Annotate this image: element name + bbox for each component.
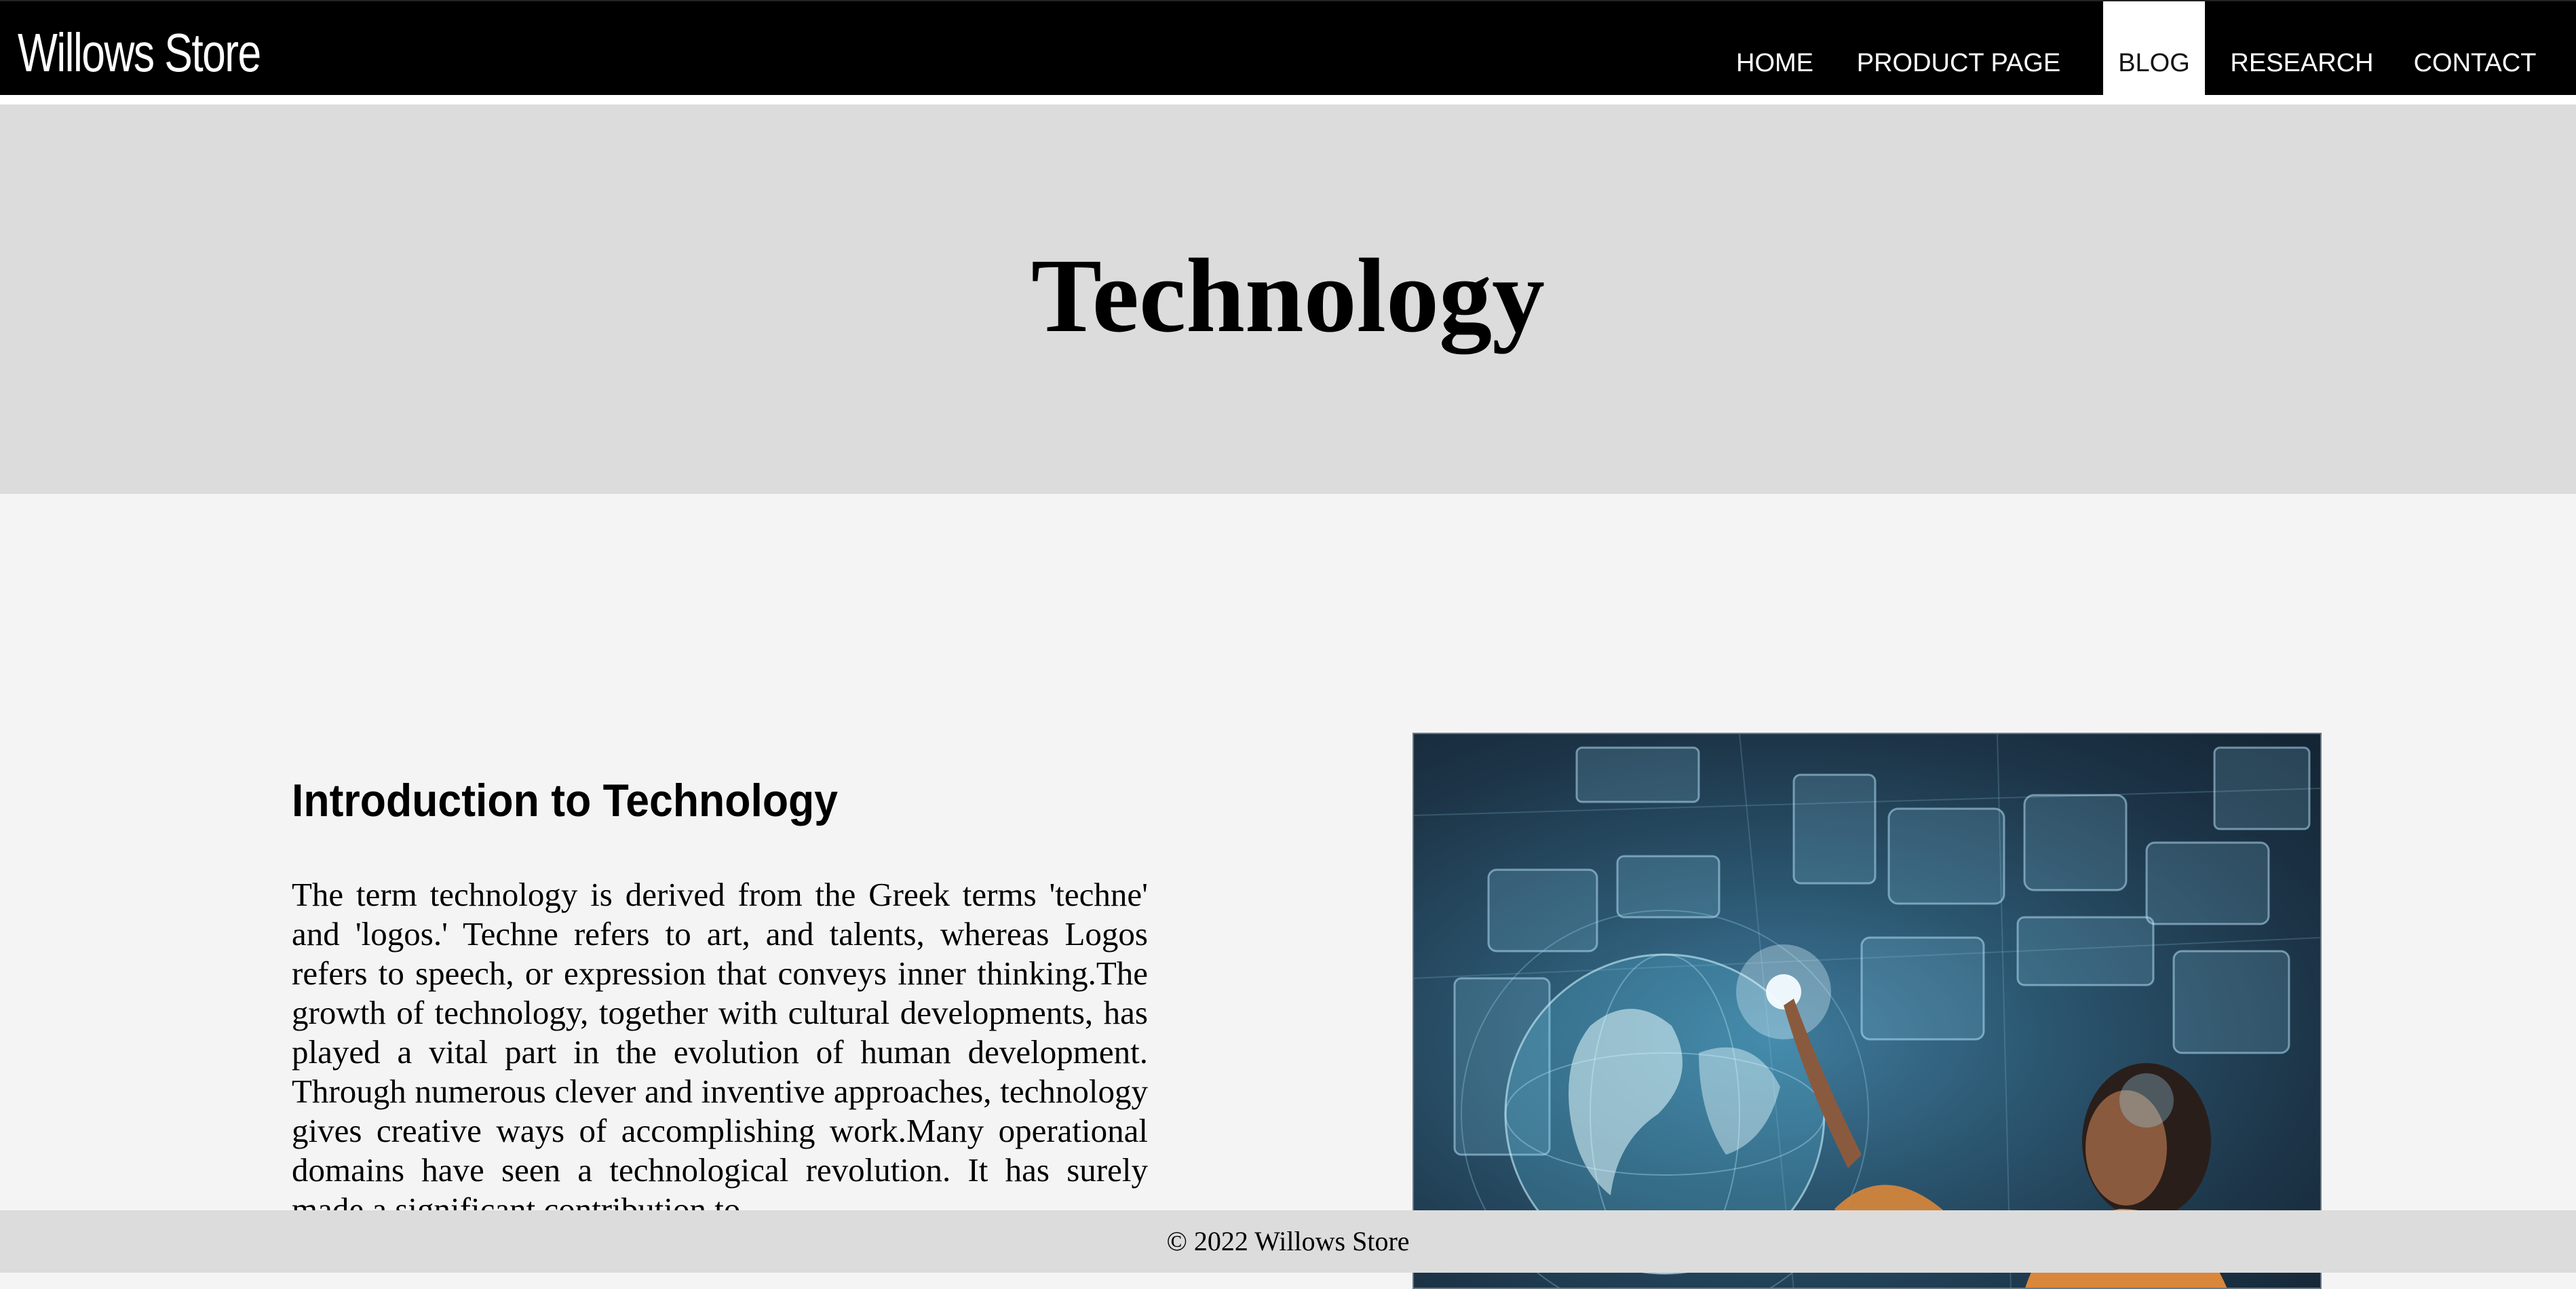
- navbar: Willows Store HOME PRODUCT PAGE BLOG RES…: [0, 0, 2576, 104]
- nav-contact-link[interactable]: CONTACT: [2402, 1, 2548, 96]
- nav-blog-link[interactable]: BLOG: [2103, 1, 2205, 104]
- nav-research-link[interactable]: RESEARCH: [2216, 1, 2388, 96]
- article-heading: Introduction to Technology: [292, 775, 839, 826]
- nav-divider: [0, 95, 2576, 104]
- article-body: The term technology is derived from the …: [292, 876, 1148, 1228]
- nav-product-page-link[interactable]: PRODUCT PAGE: [1840, 1, 2077, 96]
- hologram-illustration: [1414, 734, 2320, 1288]
- hero-banner: Technology: [0, 104, 2576, 494]
- technology-hologram-image: [1412, 733, 2322, 1289]
- nav-home-link[interactable]: HOME: [1714, 1, 1836, 96]
- site-logo[interactable]: Willows Store: [18, 26, 261, 80]
- copyright-text: © 2022 Willows Store: [1166, 1226, 1410, 1256]
- page-title: Technology: [1031, 237, 1545, 354]
- footer: © 2022 Willows Store: [0, 1210, 2576, 1273]
